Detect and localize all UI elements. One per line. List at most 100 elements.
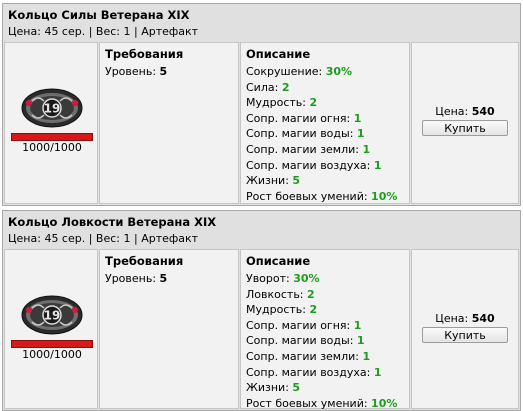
stat-label: Сопр. магии воздуха: [246,158,374,172]
durability-fill [12,134,92,140]
price-line: Цена: 540 [412,105,518,118]
buy-button[interactable]: Купить [422,120,508,136]
buy-button[interactable]: Купить [422,327,508,343]
item-meta: Цена: 45 сер. | Вес: 1 | Артефакт [8,25,199,38]
stat-line: Сила: 2 [246,80,404,96]
item-body: 19 1000/1000 Требования Уровень: 5 Описа… [4,249,519,411]
stat-value: 10% [371,189,398,203]
stat-label: Сопр. магии земли: [246,349,363,363]
stat-line: Сопр. магии земли: 1 [246,142,404,158]
durability-text: 1000/1000 [22,141,82,154]
stat-value: 2 [309,96,318,110]
stat-label: Сопр. магии огня: [246,318,354,332]
item-header: Кольцо Силы Ветерана XIX Цена: 45 сер. |… [3,4,520,42]
description-panel: Описание Сокрушение: 30% Сила: 2 Мудрость:… [240,42,410,204]
stat-line: Жизни: 5 [246,380,404,396]
stat-label: Мудрость: [246,96,310,110]
description-panel: Описание Уворот: 30% Ловкость: 2 Мудрость:… [240,249,410,411]
stat-value: 1 [353,111,362,125]
stat-line: Рост боевых умений: 10% [246,396,404,411]
item-card: Кольцо Ловкости Ветерана XIX Цена: 45 се… [2,210,521,411]
stat-line: Мудрость: 2 [246,302,404,318]
stat-label: Жизни: [246,174,293,188]
stat-line: Сокрушение: 30% [246,64,404,80]
stat-value: 5 [292,381,301,395]
item-title: Кольцо Ловкости Ветерана XIX [8,215,217,229]
requirement-level-value: 5 [159,272,168,285]
stat-label: Рост боевых умений: [246,396,372,410]
stat-line: Сопр. магии воздуха: 1 [246,365,404,381]
price-panel: Цена: 540 Купить [411,249,519,409]
stat-label: Сопр. магии воздуха: [246,365,374,379]
stat-label: Сопр. магии земли: [246,142,363,156]
stat-line: Рост боевых умений: 10% [246,189,404,205]
stat-value: 1 [362,142,371,156]
stat-label: Сопр. магии воды: [246,127,357,141]
stat-label: Рост боевых умений: [246,189,372,203]
item-meta: Цена: 45 сер. | Вес: 1 | Артефакт [8,232,199,245]
requirements-panel: Требования Уровень: 5 [99,42,239,204]
stat-value: 1 [356,334,365,348]
stat-value: 2 [281,80,290,94]
stat-line: Сопр. магии земли: 1 [246,349,404,365]
requirements-panel: Требования Уровень: 5 [99,249,239,409]
item-body: 19 1000/1000 Требования Уровень: 5 Описа… [4,42,519,204]
price-label: Цена: [435,105,472,118]
item-image-panel: 19 1000/1000 [4,249,98,409]
stat-label: Ловкость: [246,287,307,301]
stat-label: Уворот: [246,272,294,285]
stat-label: Сила: [246,80,282,94]
ring-icon[interactable]: 19 [20,87,84,129]
stat-line: Сопр. магии огня: 1 [246,318,404,334]
durability-bar [11,133,93,141]
stat-line: Жизни: 5 [246,173,404,189]
requirements-title: Требования [105,254,184,268]
requirements-title: Требования [105,47,184,61]
requirement-level-label: Уровень: [105,272,160,285]
stat-line: Ловкость: 2 [246,287,404,303]
stat-value: 1 [353,318,362,332]
durability-text: 1000/1000 [22,348,82,361]
stat-line: Мудрость: 2 [246,95,404,111]
stat-line: Сопр. магии воздуха: 1 [246,158,404,174]
price-value: 540 [471,312,495,325]
item-header: Кольцо Ловкости Ветерана XIX Цена: 45 се… [3,211,520,249]
description-title: Описание [246,47,311,61]
requirement-level: Уровень: 5 [105,271,233,287]
svg-text:19: 19 [44,102,61,116]
description-title: Описание [246,254,311,268]
stat-line: Сопр. магии воды: 1 [246,333,404,349]
stat-label: Сокрушение: [246,65,326,78]
stat-line: Сопр. магии огня: 1 [246,111,404,127]
price-label: Цена: [435,312,472,325]
stat-value: 1 [373,365,382,379]
ring-icon[interactable]: 19 [20,294,84,336]
price-value: 540 [471,105,495,118]
stat-label: Мудрость: [246,303,310,317]
svg-text:19: 19 [44,309,61,323]
stat-value: 2 [307,287,315,301]
stat-value: 2 [309,303,318,317]
stat-label: Сопр. магии воды: [246,334,357,348]
stat-list: Сокрушение: 30% Сила: 2 Мудрость: 2 Сопр. м… [246,64,404,204]
stat-value: 1 [373,158,382,172]
price-line: Цена: 540 [412,312,518,325]
requirement-level: Уровень: 5 [105,64,233,80]
stat-line: Уворот: 30% [246,271,404,287]
price-panel: Цена: 540 Купить [411,42,519,204]
stat-value: 10% [371,396,398,410]
item-image-panel: 19 1000/1000 [4,42,98,204]
stat-label: Сопр. магии огня: [246,111,354,125]
stat-value: 30% [293,272,320,285]
item-title: Кольцо Силы Ветерана XIX [8,8,190,22]
stat-value: 5 [292,174,301,188]
durability-fill [12,341,92,347]
stat-value: 1 [356,127,365,141]
durability-bar [11,340,93,348]
stat-label: Жизни: [246,381,293,395]
item-card: Кольцо Силы Ветерана XIX Цена: 45 сер. |… [2,3,521,206]
stat-value: 30% [325,65,353,78]
stat-value: 1 [362,349,371,363]
requirement-level-value: 5 [159,65,168,78]
stat-line: Сопр. магии воды: 1 [246,126,404,142]
